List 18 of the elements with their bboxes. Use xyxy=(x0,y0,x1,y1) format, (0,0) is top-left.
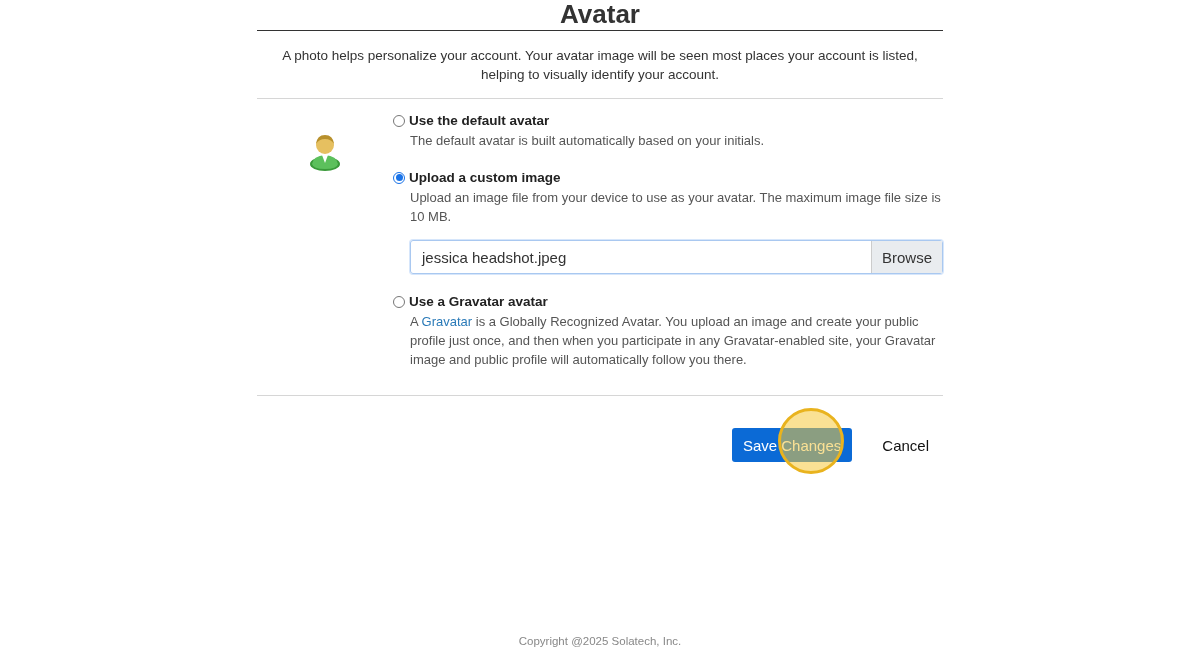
cancel-button[interactable]: Cancel xyxy=(868,428,943,462)
intro-text: A photo helps personalize your account. Your avatar image will be seen most places your account is listed, helping to visually identify your account. xyxy=(281,47,919,84)
copyright-text: Copyright @2025 Solatech, Inc. xyxy=(517,635,683,647)
option-description: The default avatar is built automatically based on your initials. xyxy=(410,132,766,150)
gravatar-link[interactable]: Gravatar xyxy=(421,314,473,329)
save-button[interactable]: Save Changes xyxy=(731,428,853,462)
page-title: Avatar xyxy=(559,0,641,28)
user-avatar-icon xyxy=(309,133,341,171)
option-label[interactable]: Use a Gravatar avatar xyxy=(409,294,548,309)
option-description: A Gravatar is a Globally Recognized Avatar. You upload an image and create your public profile just once, and then when you participate in any Gravatar-enabled site, your Gravatar image and public profile will automatically follow you there. xyxy=(410,313,937,369)
file-input[interactable]: jessica headshot.jpeg Browse xyxy=(410,240,943,274)
radio-button[interactable] xyxy=(393,171,405,184)
option-label[interactable]: Use the default avatar xyxy=(409,113,550,128)
radio-button[interactable] xyxy=(393,295,405,308)
option-description: Upload an image file from your device to use as your avatar. The maximum image file size is 10 MB. xyxy=(410,189,942,226)
radio-button[interactable] xyxy=(393,114,405,127)
browse-button[interactable]: Browse xyxy=(870,241,942,273)
option-label[interactable]: Upload a custom image xyxy=(409,170,561,185)
